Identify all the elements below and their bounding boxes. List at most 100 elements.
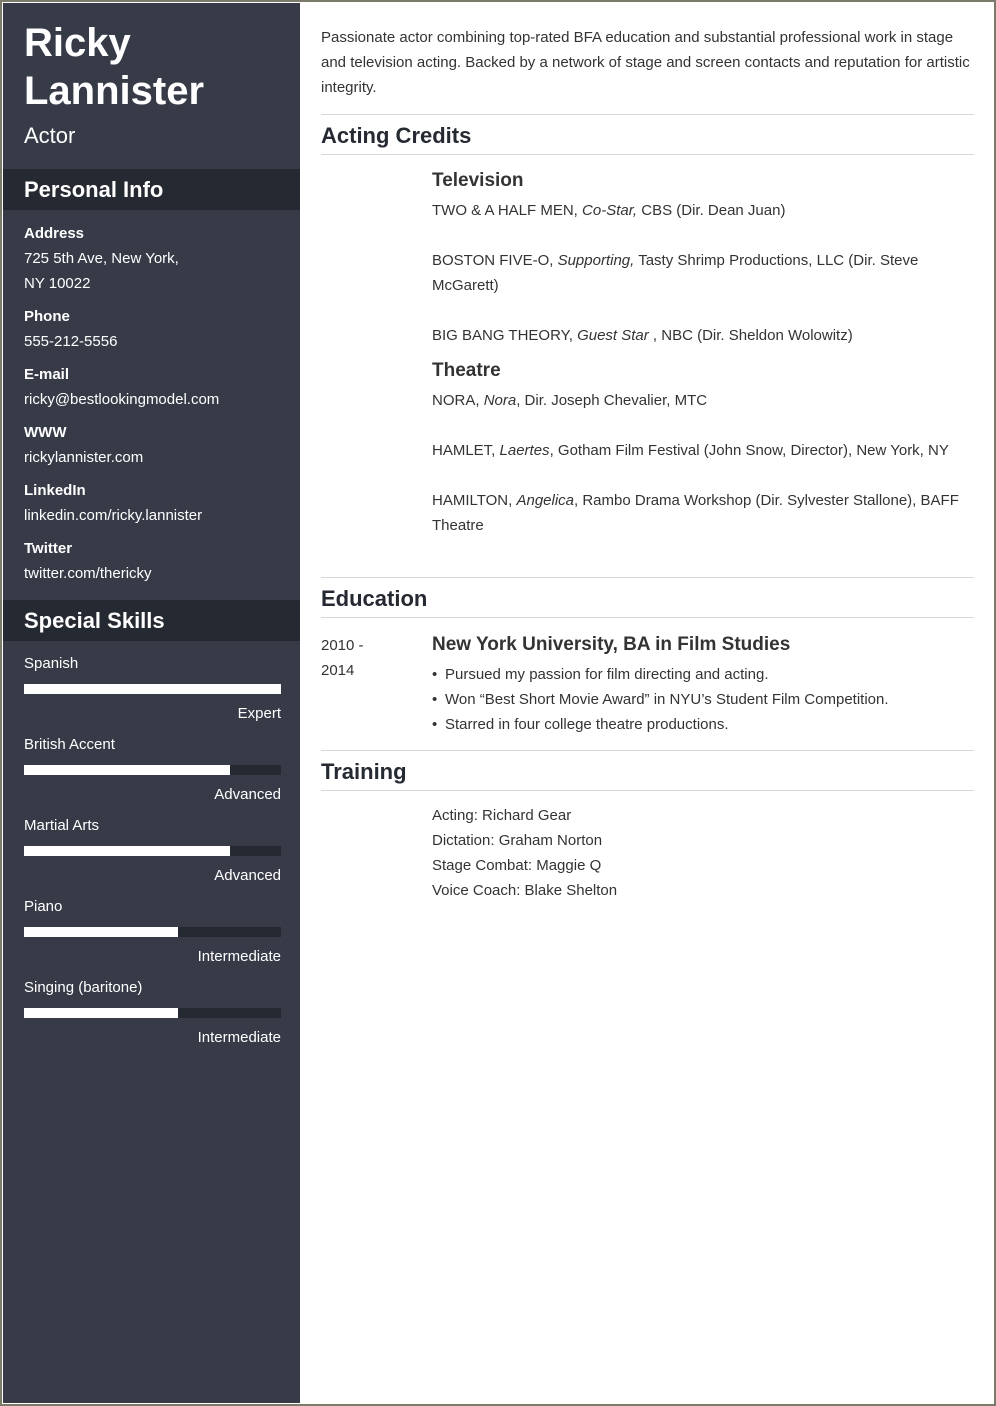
info-value[interactable]: ricky@bestlookingmodel.com xyxy=(24,387,219,412)
training-heading: Training xyxy=(321,759,407,784)
skill-bar-fill xyxy=(24,684,281,694)
bullet-item: Starred in four college theatre producti… xyxy=(432,712,889,737)
skill-bar xyxy=(24,1008,281,1018)
skill-name: British Accent xyxy=(24,736,115,753)
summary: Passionate actor combining top-rated BFA… xyxy=(321,29,970,96)
training-item: Voice Coach: Blake Shelton xyxy=(432,882,618,899)
info-label: Twitter xyxy=(24,540,73,557)
first-name: Ricky xyxy=(24,21,131,65)
credit-title: TWO & A HALF MEN, xyxy=(432,202,583,219)
candidate-name: Ricky Lannister xyxy=(24,19,204,115)
television-heading: Television xyxy=(432,170,524,191)
info-www: WWW rickylannister.com xyxy=(24,420,143,470)
info-value[interactable]: twitter.com/thericky xyxy=(24,561,152,586)
tv-credit: BIG BANG THEORY, Guest Star , NBC (Dir. … xyxy=(432,323,972,348)
credit-title: BIG BANG THEORY, xyxy=(432,327,578,344)
credit-role: Supporting, xyxy=(557,252,635,269)
credit-role: Angelica xyxy=(516,492,575,509)
theatre-credit: NORA, Nora, Dir. Joseph Chevalier, MTC xyxy=(432,388,972,413)
credit-role: Laertes xyxy=(499,442,550,459)
credit-details: , Gotham Film Festival (John Snow, Direc… xyxy=(549,442,949,459)
skill-item: Spanish Expert xyxy=(24,654,281,722)
skill-level: Intermediate xyxy=(197,1029,281,1046)
credit-title: NORA, xyxy=(432,392,484,409)
info-email: E-mail ricky@bestlookingmodel.com xyxy=(24,362,219,412)
skill-name: Martial Arts xyxy=(24,817,100,834)
bullet-item: Pursued my passion for film directing an… xyxy=(432,662,889,687)
education-degree: New York University, BA in Film Studies xyxy=(432,634,791,655)
personal-info-heading: Personal Info xyxy=(3,169,300,210)
skill-bar-fill xyxy=(24,846,230,856)
skill-item: Piano Intermediate xyxy=(24,897,281,965)
skill-level: Advanced xyxy=(214,786,281,803)
training-list: Acting: Richard Gear Dictation: Graham N… xyxy=(432,803,617,903)
training-item: Acting: Richard Gear xyxy=(432,807,572,824)
info-label: Phone xyxy=(24,308,70,325)
last-name: Lannister xyxy=(24,69,205,113)
main-content: Passionate actor combining top-rated BFA… xyxy=(300,3,993,1403)
training-item: Stage Combat: Maggie Q xyxy=(432,857,602,874)
credit-title: HAMLET, xyxy=(432,442,500,459)
info-value: NY 10022 xyxy=(24,275,91,292)
info-linkedin: LinkedIn linkedin.com/ricky.lannister xyxy=(24,478,202,528)
skill-name: Singing (baritone) xyxy=(24,979,143,996)
tv-credit: TWO & A HALF MEN, Co-Star, CBS (Dir. Dea… xyxy=(432,198,972,223)
skill-bar-fill xyxy=(24,927,179,937)
info-value[interactable]: rickylannister.com xyxy=(24,445,143,470)
skill-level: Expert xyxy=(237,705,281,722)
info-label: LinkedIn xyxy=(24,482,86,499)
credit-details: , Dir. Joseph Chevalier, MTC xyxy=(516,392,708,409)
divider xyxy=(321,154,974,155)
skill-bar-fill xyxy=(24,765,230,775)
info-value[interactable]: linkedin.com/ricky.lannister xyxy=(24,503,202,528)
theatre-heading: Theatre xyxy=(432,360,501,381)
skill-bar xyxy=(24,684,281,694)
special-skills-heading: Special Skills xyxy=(3,600,300,641)
date-end: 2014 xyxy=(321,662,355,679)
training-item: Dictation: Graham Norton xyxy=(432,832,603,849)
skill-level: Advanced xyxy=(214,867,281,884)
divider xyxy=(321,114,974,115)
skill-name: Spanish xyxy=(24,655,79,672)
info-phone: Phone 555-212-5556 xyxy=(24,304,117,354)
tv-credit: BOSTON FIVE-O, Supporting, Tasty Shrimp … xyxy=(432,248,972,298)
info-address: Address 725 5th Ave, New York, NY 10022 xyxy=(24,221,179,296)
credit-details: CBS (Dir. Dean Juan) xyxy=(637,202,786,219)
skill-item: Martial Arts Advanced xyxy=(24,816,281,884)
skill-bar-fill xyxy=(24,1008,179,1018)
divider xyxy=(321,577,974,578)
skill-item: Singing (baritone) Intermediate xyxy=(24,978,281,1046)
theatre-credit: HAMLET, Laertes, Gotham Film Festival (J… xyxy=(432,438,972,463)
info-twitter: Twitter twitter.com/thericky xyxy=(24,536,152,586)
info-label: E-mail xyxy=(24,366,70,383)
skill-item: British Accent Advanced xyxy=(24,735,281,803)
credit-role: Nora xyxy=(483,392,517,409)
credit-title: HAMILTON, xyxy=(432,492,517,509)
info-value: 725 5th Ave, New York, xyxy=(24,250,179,267)
credit-role: Guest Star xyxy=(577,327,649,344)
education-bullets: Pursued my passion for film directing an… xyxy=(432,662,889,737)
skill-bar xyxy=(24,927,281,937)
theatre-credit: HAMILTON, Angelica, Rambo Drama Workshop… xyxy=(432,488,972,538)
skill-level: Intermediate xyxy=(197,948,281,965)
credit-title: BOSTON FIVE-O, xyxy=(432,252,558,269)
credit-details: , NBC (Dir. Sheldon Wolowitz) xyxy=(648,327,853,344)
info-label: Address xyxy=(24,225,85,242)
divider xyxy=(321,790,974,791)
info-value: 555-212-5556 xyxy=(24,333,118,350)
education-dates: 2010 - 2014 xyxy=(321,633,381,683)
info-label: WWW xyxy=(24,424,67,441)
credit-role: Co-Star, xyxy=(582,202,638,219)
job-title: Actor xyxy=(24,123,76,148)
education-heading: Education xyxy=(321,586,428,611)
acting-credits-heading: Acting Credits xyxy=(321,123,472,148)
skill-name: Piano xyxy=(24,898,63,915)
sidebar: Ricky Lannister Actor Personal Info Addr… xyxy=(3,3,300,1403)
date-start: 2010 - xyxy=(321,637,364,654)
bullet-item: Won “Best Short Movie Award” in NYU’s St… xyxy=(432,687,889,712)
skill-bar xyxy=(24,846,281,856)
skill-bar xyxy=(24,765,281,775)
divider xyxy=(321,750,974,751)
divider xyxy=(321,617,974,618)
resume-page: Ricky Lannister Actor Personal Info Addr… xyxy=(0,0,996,1406)
